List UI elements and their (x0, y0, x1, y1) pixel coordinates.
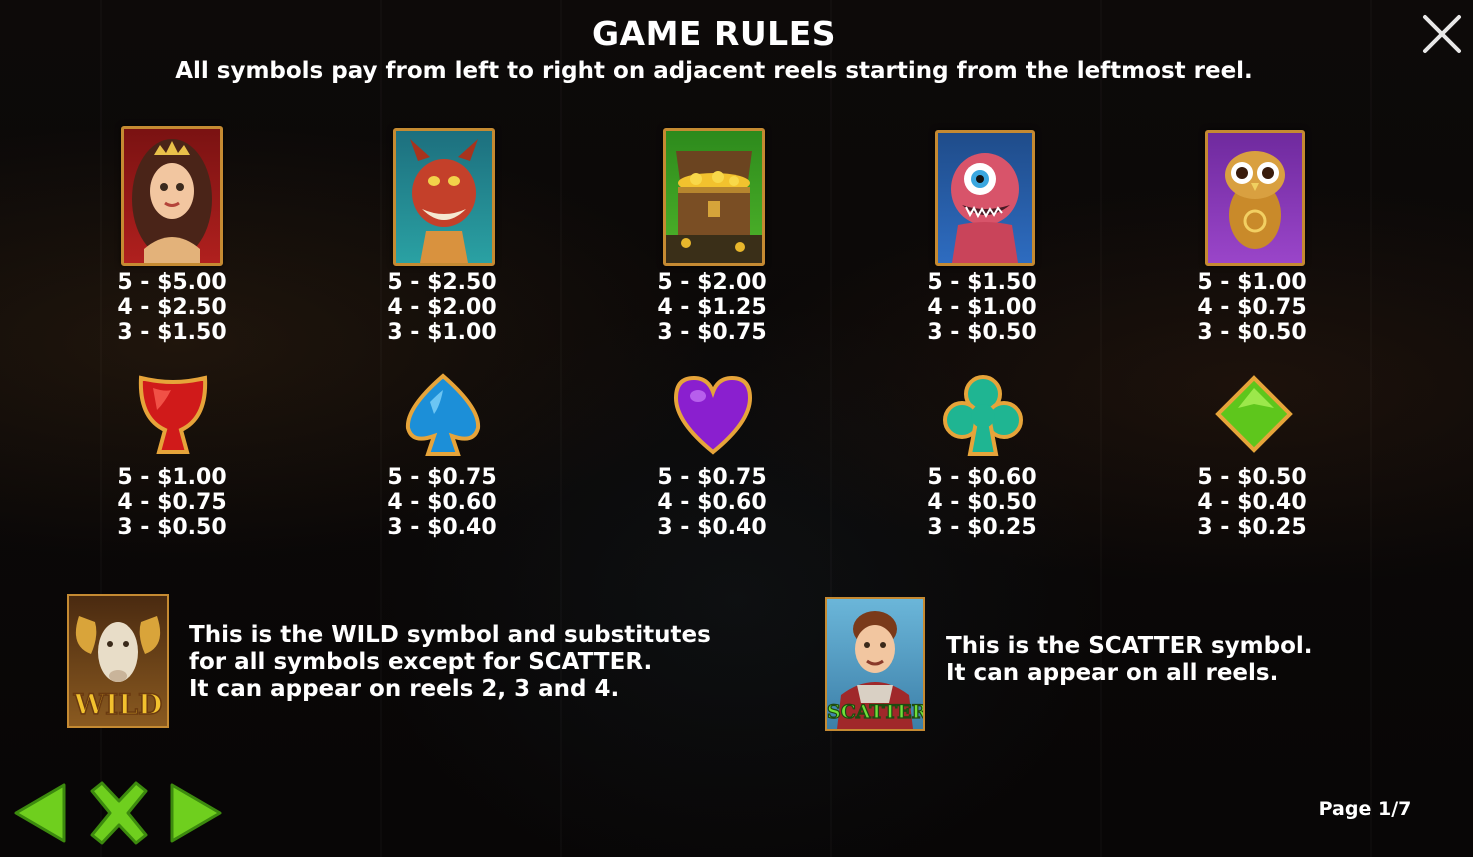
wild-symbol-icon: WILD (67, 594, 169, 728)
pay-line: 3 - $1.00 (387, 320, 497, 345)
pay-line: 5 - $2.50 (387, 270, 497, 295)
close-icon[interactable] (1420, 12, 1464, 56)
wild-desc-line: for all symbols except for SCATTER. (189, 649, 653, 675)
pay-line: 5 - $0.60 (927, 465, 1037, 490)
one-eyed-monster-symbol-icon (935, 130, 1035, 266)
pay-line: 4 - $0.50 (927, 490, 1037, 515)
pay-line: 5 - $1.50 (927, 270, 1037, 295)
pay-line: 4 - $0.40 (1197, 490, 1307, 515)
pay-line: 3 - $0.40 (387, 515, 497, 540)
pay-line: 5 - $2.00 (657, 270, 767, 295)
treasure-chest-symbol-icon (663, 128, 765, 266)
pay-line: 3 - $0.40 (657, 515, 767, 540)
pay-line: 5 - $1.00 (1197, 270, 1307, 295)
pay-line: 3 - $0.50 (1197, 320, 1307, 345)
pay-line: 5 - $0.75 (387, 465, 497, 490)
pay-line: 4 - $0.60 (387, 490, 497, 515)
pay-line: 5 - $0.75 (657, 465, 767, 490)
rules-subtitle: All symbols pay from left to right on ad… (175, 58, 1253, 84)
arrow-right-icon[interactable] (168, 781, 224, 845)
pay-line: 3 - $0.75 (657, 320, 767, 345)
close-x-icon[interactable] (86, 781, 152, 845)
pay-line: 3 - $0.50 (927, 320, 1037, 345)
scatter-desc-line: It can appear on all reels. (946, 660, 1279, 686)
pay-line: 3 - $0.50 (117, 515, 227, 540)
owl-symbol-icon (1205, 130, 1305, 266)
pay-line: 4 - $1.25 (657, 295, 767, 320)
green-club-icon (943, 375, 1023, 456)
pay-line: 4 - $0.75 (1197, 295, 1307, 320)
pay-line: 4 - $1.00 (927, 295, 1037, 320)
pay-line: 5 - $1.00 (117, 465, 227, 490)
pay-line: 4 - $0.60 (657, 490, 767, 515)
princess-symbol-icon (121, 126, 223, 266)
pay-line: 5 - $0.50 (1197, 465, 1307, 490)
red-cup-suit-icon (138, 375, 208, 454)
pay-line: 4 - $0.75 (117, 490, 227, 515)
page-title: GAME RULES (591, 14, 837, 53)
dragon-symbol-icon (393, 128, 495, 266)
purple-heart-icon (673, 375, 753, 455)
green-diamond-icon (1215, 375, 1293, 453)
pay-line: 3 - $1.50 (117, 320, 227, 345)
pay-line: 4 - $2.50 (117, 295, 227, 320)
wild-label: WILD (73, 687, 163, 722)
pay-line: 5 - $5.00 (117, 270, 227, 295)
scatter-desc-line: This is the SCATTER symbol. (946, 633, 1313, 659)
wild-desc-line: It can appear on reels 2, 3 and 4. (189, 676, 620, 702)
scatter-label: SCATTER (827, 700, 925, 723)
pay-line: 3 - $0.25 (927, 515, 1037, 540)
wild-desc-line: This is the WILD symbol and substitutes (189, 622, 711, 648)
scatter-symbol-icon: SCATTER (825, 597, 925, 731)
pay-line: 4 - $2.00 (387, 295, 497, 320)
blue-spade-icon (405, 373, 481, 456)
pay-line: 3 - $0.25 (1197, 515, 1307, 540)
page-indicator: Page 1/7 (1318, 798, 1412, 820)
arrow-left-icon[interactable] (12, 781, 68, 845)
